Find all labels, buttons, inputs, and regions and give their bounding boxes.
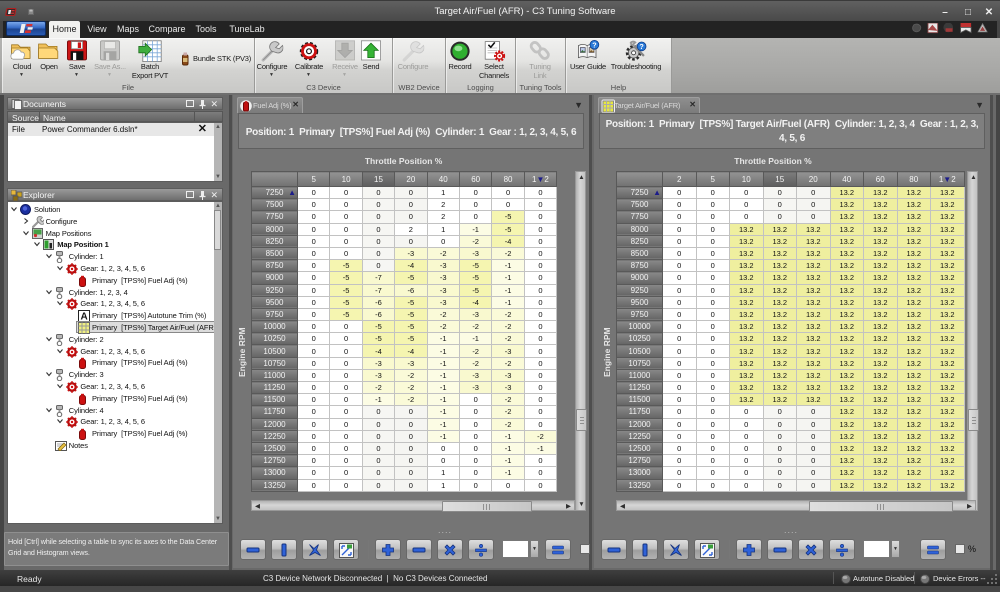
svg-text:?: ? xyxy=(639,42,643,51)
svg-text:?: ? xyxy=(592,41,596,50)
